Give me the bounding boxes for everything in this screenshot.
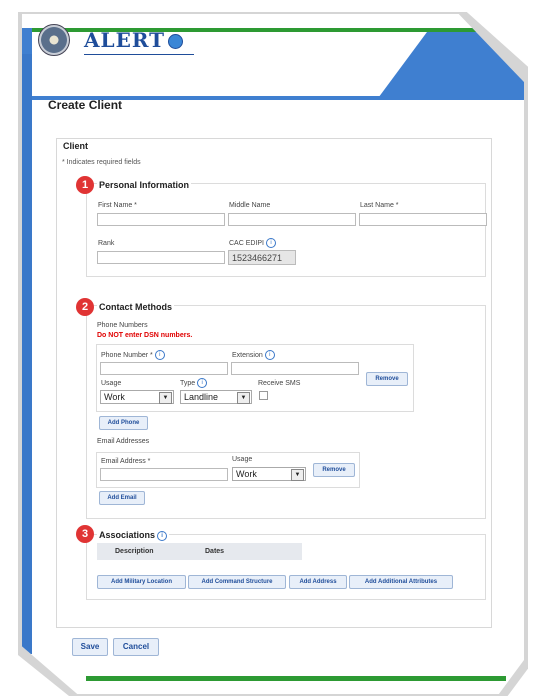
cac-edipi-label: CAC EDIPI: [229, 239, 265, 247]
phone-type-label: Type: [180, 379, 196, 387]
info-icon[interactable]: i: [157, 530, 168, 541]
app-logo[interactable]: Alert: [84, 28, 183, 52]
chevron-down-icon: ▼: [291, 469, 304, 481]
email-addresses-label: Email Addresses: [97, 438, 150, 445]
contact-methods-legend: Contact Methods: [97, 302, 174, 312]
middle-name-input[interactable]: [228, 213, 356, 226]
receive-sms-label: Receive SMS: [258, 380, 301, 387]
chevron-down-icon: ▼: [237, 392, 250, 404]
add-additional-attributes-button[interactable]: Add Additional Attributes: [349, 575, 453, 589]
info-icon[interactable]: i: [197, 378, 208, 388]
add-phone-button[interactable]: Add Phone: [99, 416, 148, 430]
phone-type-label-wrap: Type i: [180, 378, 208, 388]
info-icon[interactable]: i: [266, 238, 277, 248]
dod-seal-logo: [38, 24, 70, 56]
email-address-label: Email Address *: [101, 458, 151, 465]
save-button[interactable]: Save: [72, 638, 108, 656]
column-header-dates: Dates: [205, 543, 225, 560]
column-header-description: Description: [115, 543, 154, 560]
email-address-input[interactable]: [100, 468, 228, 481]
add-military-location-button[interactable]: Add Military Location: [97, 575, 186, 589]
last-name-label: Last Name *: [360, 202, 399, 209]
info-icon[interactable]: i: [154, 350, 165, 360]
first-name-label: First Name *: [98, 202, 137, 209]
rank-input[interactable]: [97, 251, 225, 264]
app-name: Alert: [84, 28, 165, 52]
cac-edipi-label-wrap: CAC EDIPI i: [229, 238, 277, 248]
required-note: * Indicates required fields: [62, 159, 141, 166]
associations-legend: Associations: [99, 530, 156, 540]
add-address-button[interactable]: Add Address: [289, 575, 347, 589]
step-3-badge: 3: [76, 525, 94, 543]
first-name-input[interactable]: [97, 213, 225, 226]
rank-label: Rank: [98, 240, 115, 247]
step-2-badge: 2: [76, 298, 94, 316]
add-email-button[interactable]: Add Email: [99, 491, 145, 505]
associations-legend-wrap: Associations i: [97, 530, 170, 541]
info-icon[interactable]: i: [264, 350, 275, 360]
cancel-button[interactable]: Cancel: [113, 638, 159, 656]
phone-usage-label: Usage: [101, 380, 122, 387]
remove-phone-button[interactable]: Remove: [366, 372, 408, 386]
add-command-structure-button[interactable]: Add Command Structure: [188, 575, 286, 589]
extension-label-wrap: Extension i: [232, 350, 275, 360]
extension-input[interactable]: [231, 362, 359, 375]
phone-usage-value: Work: [104, 392, 125, 402]
receive-sms-checkbox[interactable]: [259, 391, 268, 400]
last-name-input[interactable]: [359, 213, 487, 226]
footer-green-line: [86, 676, 506, 681]
step-1-badge: 1: [76, 176, 94, 194]
phone-number-input[interactable]: [100, 362, 228, 375]
remove-email-button[interactable]: Remove: [313, 463, 355, 477]
globe-icon: [167, 34, 183, 49]
phone-usage-select[interactable]: Work ▼: [100, 390, 174, 404]
cac-edipi-field: 1523466271: [228, 250, 296, 265]
phone-type-value: Landline: [184, 392, 219, 402]
page-title: Create Client: [48, 98, 123, 112]
phone-number-label-wrap: Phone Number * i: [101, 350, 165, 360]
side-accent-bar: [22, 54, 32, 654]
dsn-warning: Do NOT enter DSN numbers.: [97, 332, 193, 339]
email-usage-value: Work: [236, 469, 257, 479]
phone-number-label: Phone Number *: [101, 351, 153, 359]
middle-name-label: Middle Name: [229, 202, 271, 209]
extension-label: Extension: [232, 351, 263, 359]
chevron-down-icon: ▼: [159, 392, 172, 404]
phone-numbers-label: Phone Numbers: [97, 322, 148, 329]
email-usage-select[interactable]: Work ▼: [232, 467, 306, 481]
logo-underline: [84, 54, 194, 55]
email-usage-label: Usage: [232, 456, 253, 463]
phone-type-select[interactable]: Landline ▼: [180, 390, 252, 404]
personal-info-legend: Personal Information: [97, 180, 192, 190]
client-legend: Client: [61, 141, 91, 151]
